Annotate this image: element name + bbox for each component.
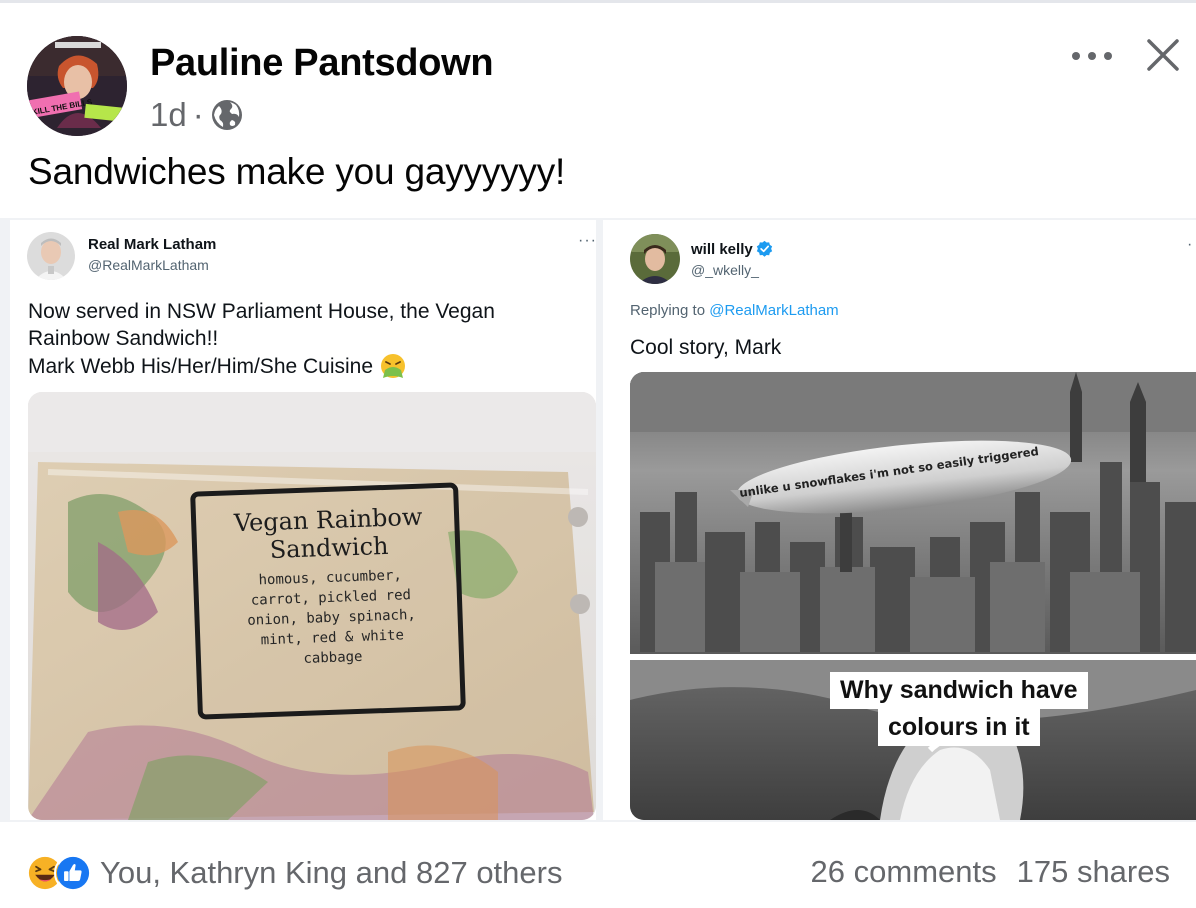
- post-text: Sandwiches make you gayyyyyy!: [28, 151, 566, 192]
- tweet-text: Cool story, Mark: [630, 336, 782, 359]
- meme-caption: Why sandwich have colours in it: [830, 672, 1088, 746]
- tweet-line: Rainbow Sandwich!!: [28, 327, 219, 350]
- post-meta: 1d ·: [150, 96, 244, 134]
- tweet-avatar: [27, 232, 75, 280]
- sandwich-photo: Vegan Rainbow Sandwich homous, cucumber,…: [28, 392, 596, 820]
- gallery-image-2[interactable]: will kelly @_wkelly_ · Replying to @Real…: [603, 220, 1196, 820]
- engagement-counts: 26 comments 175 shares: [811, 854, 1170, 890]
- shares-count[interactable]: 175 shares: [1017, 854, 1170, 890]
- meme-caption-line: colours in it: [877, 709, 1040, 746]
- more-dot: [1088, 52, 1096, 60]
- meme-top-photo: [630, 372, 1196, 654]
- gallery-image-1[interactable]: Real Mark Latham @RealMarkLatham ··· Now…: [10, 220, 596, 820]
- reply-handle: @RealMarkLatham: [709, 302, 839, 319]
- face-vomiting-icon: [381, 354, 406, 378]
- reply-to: Replying to @RealMarkLatham: [630, 302, 839, 319]
- tweet-author-name-text: will kelly: [691, 241, 753, 258]
- more-dot: [1104, 52, 1112, 60]
- meme-image: unlike u snowflakes i'm not so easily tr…: [630, 372, 1196, 820]
- post-time[interactable]: 1d: [150, 96, 187, 134]
- reactions-text: You, Kathryn King and 827 others: [100, 855, 563, 890]
- tweet-text: Now served in NSW Parliament House, the …: [28, 298, 495, 380]
- author-name[interactable]: Pauline Pantsdown: [150, 42, 494, 85]
- author-avatar[interactable]: KILL THE BILLS: [27, 36, 127, 136]
- tweet-author-handle: @RealMarkLatham: [88, 257, 209, 273]
- like-reaction-icon: [54, 854, 92, 892]
- globe-icon: [211, 100, 242, 130]
- meta-separator: ·: [192, 96, 204, 133]
- meme-caption-line: Why sandwich have: [830, 672, 1088, 709]
- tweet-line: Mark Webb His/Her/Him/She Cuisine: [28, 354, 374, 378]
- tweet-line-row: Mark Webb His/Her/Him/She Cuisine: [28, 352, 495, 380]
- more-options-button[interactable]: [1072, 46, 1112, 66]
- tweet-author-name: Real Mark Latham: [88, 236, 217, 253]
- image-gallery: Real Mark Latham @RealMarkLatham ··· Now…: [0, 218, 1196, 822]
- label-title: Vegan Rainbow Sandwich: [210, 502, 448, 566]
- tweet-author-handle: @_wkelly_: [691, 262, 759, 278]
- more-dot: [1072, 52, 1080, 60]
- tweet-avatar: [630, 234, 680, 284]
- tweet-more-icon: ···: [578, 232, 596, 249]
- tweet-more-icon: ·: [1187, 236, 1194, 253]
- tweet-line: Now served in NSW Parliament House, the …: [28, 300, 495, 323]
- comments-count[interactable]: 26 comments: [811, 854, 997, 890]
- post-footer: You, Kathryn King and 827 others 26 comm…: [0, 822, 1196, 908]
- reactions-summary[interactable]: You, Kathryn King and 827 others: [26, 854, 562, 892]
- sandwich-label: Vegan Rainbow Sandwich homous, cucumber,…: [190, 482, 466, 720]
- close-icon[interactable]: [1144, 36, 1182, 74]
- tweet-author-name: will kelly: [691, 240, 773, 258]
- top-divider: [0, 0, 1196, 3]
- reply-prefix: Replying to: [630, 302, 706, 319]
- verified-badge-icon: [756, 240, 772, 257]
- label-description: homous, cucumber, carrot, pickled red on…: [218, 564, 445, 672]
